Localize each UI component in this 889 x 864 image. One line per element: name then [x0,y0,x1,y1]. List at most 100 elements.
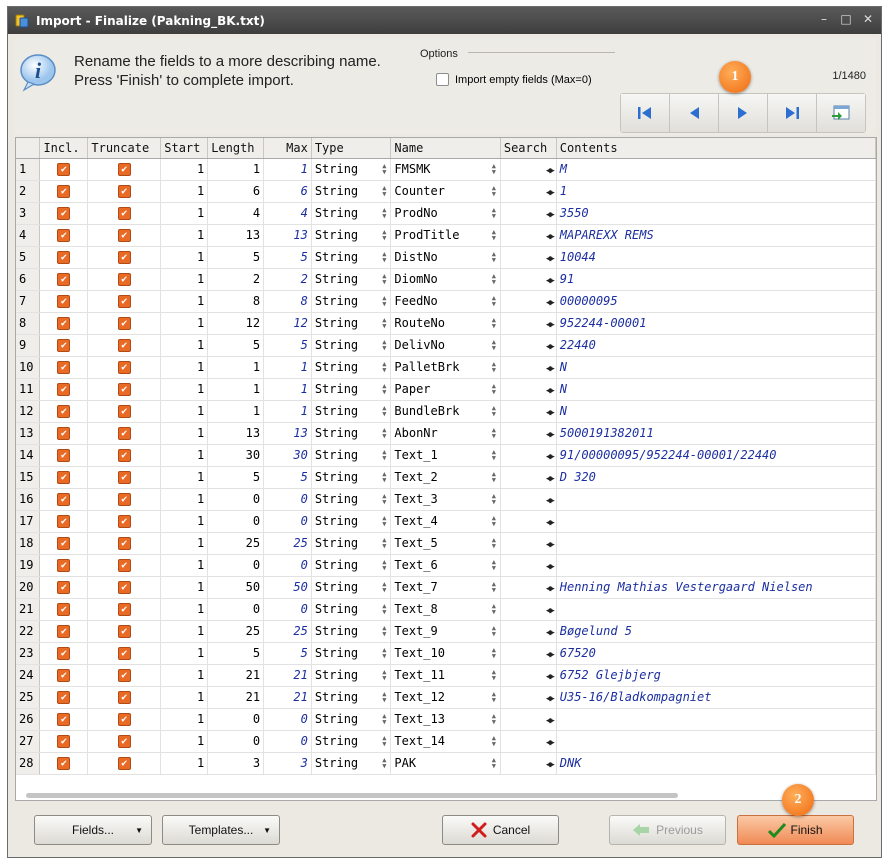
incl-checkbox[interactable]: ✔ [57,603,71,616]
type-cell[interactable]: String ▲ ▼ [311,466,392,489]
length-cell[interactable]: 21 [207,686,265,709]
incl-cell[interactable]: ✔ [39,510,89,533]
truncate-checkbox[interactable]: ✔ [117,471,131,484]
incl-cell[interactable]: ✔ [39,378,89,401]
table-row[interactable]: 11 ✔ ✔ 1 1 1 String ▲ ▼ Paper ▲ ▼ ◀▶ N [16,378,876,401]
table-row[interactable]: 12 ✔ ✔ 1 1 1 String ▲ ▼ BundleBrk ▲ ▼ ◀▶ N [16,400,876,423]
incl-checkbox[interactable]: ✔ [57,317,71,330]
name-cell[interactable]: FeedNo ▲ ▼ [390,290,501,313]
truncate-cell[interactable]: ✔ [87,268,162,291]
table-row[interactable]: 5 ✔ ✔ 1 5 5 String ▲ ▼ DistNo ▲ ▼ ◀▶ 10044 [16,246,876,269]
spinner-icon[interactable]: ▲ ▼ [380,646,388,659]
search-arrows-icon[interactable]: ◀▶ [546,232,555,242]
incl-cell[interactable]: ✔ [39,422,89,445]
incl-checkbox[interactable]: ✔ [57,559,71,572]
incl-cell[interactable]: ✔ [39,488,89,511]
type-cell[interactable]: String ▲ ▼ [311,620,392,643]
table-row[interactable]: 14 ✔ ✔ 1 30 30 String ▲ ▼ Text_1 ▲ ▼ ◀▶ 91/00000095/9… [16,444,876,467]
truncate-checkbox[interactable]: ✔ [117,229,131,242]
length-cell[interactable]: 1 [207,378,265,401]
import-empty-checkbox[interactable] [436,73,449,86]
name-cell[interactable]: PAK ▲ ▼ [390,752,501,775]
type-cell[interactable]: String ▲ ▼ [311,642,392,665]
search-cell[interactable]: ◀▶ [500,576,557,599]
start-cell[interactable]: 1 [160,598,209,621]
incl-checkbox[interactable]: ✔ [57,471,71,484]
search-cell[interactable]: ◀▶ [500,400,557,423]
truncate-checkbox[interactable]: ✔ [117,361,131,374]
search-arrows-icon[interactable]: ◀▶ [546,298,555,308]
table-row[interactable]: 18 ✔ ✔ 1 25 25 String ▲ ▼ Text_5 ▲ ▼ ◀▶ [16,532,876,555]
type-cell[interactable]: String ▲ ▼ [311,334,392,357]
incl-cell[interactable]: ✔ [39,158,89,181]
incl-cell[interactable]: ✔ [39,554,89,577]
name-cell[interactable]: Text_6 ▲ ▼ [390,554,501,577]
length-cell[interactable]: 4 [207,202,265,225]
length-cell[interactable]: 2 [207,268,265,291]
name-cell[interactable]: DistNo ▲ ▼ [390,246,501,269]
search-cell[interactable]: ◀▶ [500,290,557,313]
truncate-cell[interactable]: ✔ [87,730,162,753]
search-cell[interactable]: ◀▶ [500,598,557,621]
incl-cell[interactable]: ✔ [39,444,89,467]
refresh-record-button[interactable] [817,94,865,132]
spinner-icon[interactable]: ▲ ▼ [380,426,388,439]
truncate-checkbox[interactable]: ✔ [117,383,131,396]
incl-cell[interactable]: ✔ [39,532,89,555]
spinner-icon[interactable]: ▲ ▼ [380,756,388,769]
incl-checkbox[interactable]: ✔ [57,295,71,308]
length-cell[interactable]: 8 [207,290,265,313]
search-arrows-icon[interactable]: ◀▶ [546,474,555,484]
start-cell[interactable]: 1 [160,378,209,401]
incl-checkbox[interactable]: ✔ [57,515,71,528]
search-arrows-icon[interactable]: ◀▶ [546,694,555,704]
length-cell[interactable]: 0 [207,510,265,533]
type-cell[interactable]: String ▲ ▼ [311,202,392,225]
name-cell[interactable]: AbonNr ▲ ▼ [390,422,501,445]
spinner-icon[interactable]: ▲ ▼ [490,382,498,395]
type-cell[interactable]: String ▲ ▼ [311,510,392,533]
truncate-cell[interactable]: ✔ [87,290,162,313]
type-cell[interactable]: String ▲ ▼ [311,246,392,269]
incl-checkbox[interactable]: ✔ [57,405,71,418]
truncate-checkbox[interactable]: ✔ [117,295,131,308]
truncate-checkbox[interactable]: ✔ [117,713,131,726]
spinner-icon[interactable]: ▲ ▼ [490,668,498,681]
truncate-cell[interactable]: ✔ [87,576,162,599]
length-cell[interactable]: 50 [207,576,265,599]
truncate-checkbox[interactable]: ✔ [117,735,131,748]
name-cell[interactable]: Text_1 ▲ ▼ [390,444,501,467]
spinner-icon[interactable]: ▲ ▼ [380,492,388,505]
length-cell[interactable]: 1 [207,400,265,423]
spinner-icon[interactable]: ▲ ▼ [380,338,388,351]
spinner-icon[interactable]: ▲ ▼ [490,690,498,703]
type-cell[interactable]: String ▲ ▼ [311,686,392,709]
incl-cell[interactable]: ✔ [39,356,89,379]
start-cell[interactable]: 1 [160,576,209,599]
templates-dropdown-button[interactable]: Templates... ▼ [162,815,280,845]
length-cell[interactable]: 1 [207,158,265,181]
search-arrows-icon[interactable]: ◀▶ [546,210,555,220]
table-row[interactable]: 1 ✔ ✔ 1 1 1 String ▲ ▼ FMSMK ▲ ▼ ◀▶ M [16,158,876,181]
incl-cell[interactable]: ✔ [39,334,89,357]
type-cell[interactable]: String ▲ ▼ [311,444,392,467]
truncate-checkbox[interactable]: ✔ [117,251,131,264]
spinner-icon[interactable]: ▲ ▼ [490,316,498,329]
start-cell[interactable]: 1 [160,158,209,181]
incl-checkbox[interactable]: ✔ [57,493,71,506]
incl-checkbox[interactable]: ✔ [57,229,71,242]
length-cell[interactable]: 0 [207,730,265,753]
search-cell[interactable]: ◀▶ [500,180,557,203]
search-arrows-icon[interactable]: ◀▶ [546,254,555,264]
close-button[interactable]: ✕ [861,12,875,26]
truncate-cell[interactable]: ✔ [87,378,162,401]
length-cell[interactable]: 5 [207,466,265,489]
name-cell[interactable]: FMSMK ▲ ▼ [390,158,501,181]
next-record-button[interactable] [719,94,768,132]
start-cell[interactable]: 1 [160,664,209,687]
start-cell[interactable]: 1 [160,334,209,357]
length-cell[interactable]: 0 [207,488,265,511]
truncate-cell[interactable]: ✔ [87,246,162,269]
name-cell[interactable]: Text_14 ▲ ▼ [390,730,501,753]
name-cell[interactable]: Text_9 ▲ ▼ [390,620,501,643]
